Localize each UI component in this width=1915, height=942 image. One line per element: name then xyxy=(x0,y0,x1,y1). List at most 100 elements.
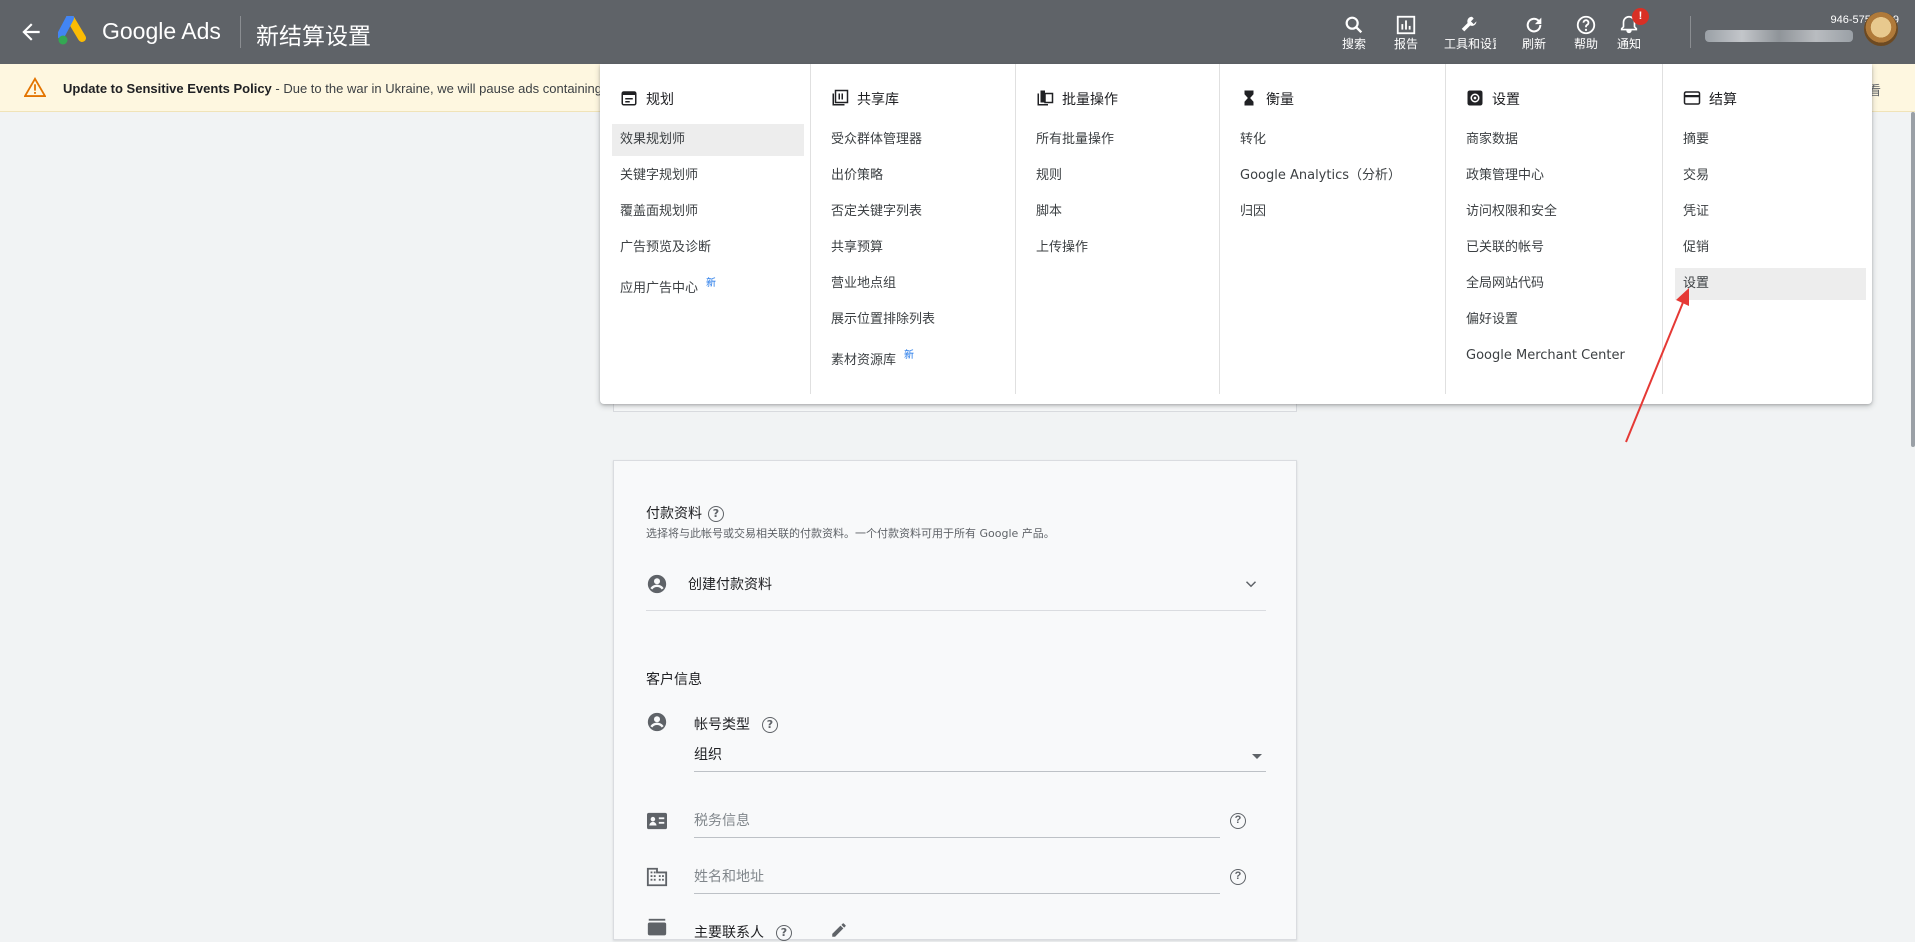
menu-item-label: 交易 xyxy=(1683,168,1710,183)
menu-item-bid-strategies[interactable]: 出价策略 xyxy=(823,160,1009,192)
menu-item-audience-manager[interactable]: 受众群体管理器 xyxy=(823,124,1009,156)
menu-item-label: 广告预览及诊断 xyxy=(620,240,712,255)
menu-heading-setup-text: 设置 xyxy=(1492,92,1520,108)
help-icon[interactable]: ? xyxy=(776,925,792,941)
refresh-button[interactable]: 刷新 xyxy=(1508,12,1560,60)
reports-label: 报告 xyxy=(1393,37,1418,51)
menu-item-scripts[interactable]: 脚本 xyxy=(1028,196,1213,228)
tools-settings-button[interactable]: 工具和设置 xyxy=(1444,12,1496,60)
menu-item-negative-keyword-lists[interactable]: 否定关键字列表 xyxy=(823,196,1009,228)
page-scrollbar[interactable] xyxy=(1911,112,1915,447)
menu-column-measurement: 衡量 转化 Google Analytics（分析） 归因 xyxy=(1219,64,1445,394)
menu-heading-billing-text: 结算 xyxy=(1709,92,1737,108)
menu-column-bulk-actions: 批量操作 所有批量操作 规则 脚本 上传操作 xyxy=(1015,64,1219,394)
help-icon[interactable]: ? xyxy=(1230,813,1246,829)
primary-contact-label-text: 主要联系人 xyxy=(694,925,764,941)
menu-item-label: 出价策略 xyxy=(831,168,884,183)
help-icon[interactable]: ? xyxy=(708,506,724,522)
menu-item-transactions[interactable]: 交易 xyxy=(1675,160,1866,192)
menu-item-reach-planner[interactable]: 覆盖面规划师 xyxy=(612,196,804,228)
reports-button[interactable]: 报告 xyxy=(1380,12,1432,60)
payment-profile-title: 付款资料? xyxy=(646,503,724,523)
billing-setup-card: 付款资料? 选择将与此帐号或交易相关联的付款资料。一个付款资料可用于所有 Goo… xyxy=(613,460,1297,942)
menu-item-label: 摘要 xyxy=(1683,132,1710,147)
menu-heading-measurement: 衡量 xyxy=(1240,89,1294,109)
payment-profile-value: 创建付款资料 xyxy=(688,577,772,593)
menu-item-global-site-tag[interactable]: 全局网站代码 xyxy=(1458,268,1656,300)
menu-item-keyword-planner[interactable]: 关键字规划师 xyxy=(612,160,804,192)
menu-item-uploads[interactable]: 上传操作 xyxy=(1028,232,1213,264)
menu-item-policy-manager[interactable]: 政策管理中心 xyxy=(1458,160,1656,192)
menu-item-label: 脚本 xyxy=(1036,204,1063,219)
menu-item-label: 否定关键字列表 xyxy=(831,204,923,219)
account-type-value: 组织 xyxy=(694,747,722,763)
menu-item-label: 应用广告中心 xyxy=(620,281,699,296)
avatar[interactable] xyxy=(1864,12,1898,46)
menu-item-merchant-center[interactable]: Google Merchant Center xyxy=(1458,340,1656,372)
account-circle-icon xyxy=(647,574,667,594)
tax-info-field[interactable]: 税务信息 xyxy=(694,804,1220,838)
menu-column-shared-library: 共享库 受众群体管理器 出价策略 否定关键字列表 共享预算 营业地点组 展示位置… xyxy=(810,64,1015,394)
calendar-icon xyxy=(621,91,637,106)
tools-settings-menu: 规划 效果规划师 关键字规划师 覆盖面规划师 广告预览及诊断 应用广告中心新 共… xyxy=(600,64,1872,404)
menu-item-label: 展示位置排除列表 xyxy=(831,312,936,327)
menu-item-asset-library[interactable]: 素材资源库新 xyxy=(823,340,1009,372)
reports-icon xyxy=(1396,15,1416,35)
menu-heading-billing: 结算 xyxy=(1683,89,1737,109)
banner-body: - Due to the war in Ukraine, we will pau… xyxy=(271,81,620,96)
menu-item-attribution[interactable]: 归因 xyxy=(1232,196,1439,228)
help-icon[interactable]: ? xyxy=(1230,869,1246,885)
account-type-label-text: 帐号类型 xyxy=(694,717,750,733)
dropdown-arrow-icon xyxy=(1252,754,1262,759)
google-ads-logo-icon xyxy=(58,16,86,45)
menu-item-preferences[interactable]: 偏好设置 xyxy=(1458,304,1656,336)
page-title: 新结算设置 xyxy=(256,24,371,50)
tax-info-placeholder: 税务信息 xyxy=(694,813,750,829)
menu-item-label: 全局网站代码 xyxy=(1466,276,1545,291)
name-address-placeholder: 姓名和地址 xyxy=(694,869,764,885)
menu-item-rules[interactable]: 规则 xyxy=(1028,160,1213,192)
menu-item-business-data[interactable]: 商家数据 xyxy=(1458,124,1656,156)
settings-icon xyxy=(1467,90,1483,106)
chevron-down-icon xyxy=(1245,581,1257,588)
notification-badge: ! xyxy=(1632,8,1649,25)
menu-item-label: 政策管理中心 xyxy=(1466,168,1545,183)
menu-item-conversions[interactable]: 转化 xyxy=(1232,124,1439,156)
primary-contact-label: 主要联系人? xyxy=(694,922,792,942)
refresh-icon xyxy=(1526,17,1542,33)
refresh-label: 刷新 xyxy=(1521,37,1546,51)
menu-item-label: 上传操作 xyxy=(1036,240,1089,255)
account-type-dropdown[interactable]: 组织 xyxy=(694,738,1266,772)
menu-item-ad-preview[interactable]: 广告预览及诊断 xyxy=(612,232,804,264)
payment-profile-title-text: 付款资料 xyxy=(646,506,702,522)
menu-item-documents[interactable]: 凭证 xyxy=(1675,196,1866,228)
menu-item-label: 商家数据 xyxy=(1466,132,1519,147)
menu-item-location-groups[interactable]: 营业地点组 xyxy=(823,268,1009,300)
edit-pencil-icon[interactable] xyxy=(830,921,848,939)
menu-column-planning: 规划 效果规划师 关键字规划师 覆盖面规划师 广告预览及诊断 应用广告中心新 xyxy=(600,64,810,394)
help-icon[interactable]: ? xyxy=(762,717,778,733)
menu-item-all-bulk-actions[interactable]: 所有批量操作 xyxy=(1028,124,1213,156)
menu-heading-planning: 规划 xyxy=(620,89,674,109)
notifications-button[interactable]: ! 通知 xyxy=(1603,8,1655,60)
menu-heading-bulk-actions: 批量操作 xyxy=(1036,89,1118,109)
menu-item-access-security[interactable]: 访问权限和安全 xyxy=(1458,196,1656,228)
notifications-label: 通知 xyxy=(1616,37,1641,51)
menu-item-billing-settings[interactable]: 设置 xyxy=(1675,268,1866,300)
search-button[interactable]: 搜索 xyxy=(1328,12,1380,60)
customer-info-title: 客户信息 xyxy=(646,672,702,688)
menu-item-summary[interactable]: 摘要 xyxy=(1675,124,1866,156)
menu-item-shared-budgets[interactable]: 共享预算 xyxy=(823,232,1009,264)
menu-item-promotions[interactable]: 促销 xyxy=(1675,232,1866,264)
menu-item-google-analytics[interactable]: Google Analytics（分析） xyxy=(1232,160,1439,192)
menu-item-app-ads-hub[interactable]: 应用广告中心新 xyxy=(612,268,804,300)
menu-item-linked-accounts[interactable]: 已关联的帐号 xyxy=(1458,232,1656,264)
name-address-field[interactable]: 姓名和地址 xyxy=(694,860,1220,894)
menu-item-performance-planner[interactable]: 效果规划师 xyxy=(612,124,804,156)
back-arrow-icon[interactable] xyxy=(18,19,44,45)
new-badge: 新 xyxy=(904,350,915,361)
payment-profile-select[interactable]: 创建付款资料 xyxy=(646,569,1266,611)
menu-column-billing: 结算 摘要 交易 凭证 促销 设置 xyxy=(1662,64,1872,394)
credit-card-icon xyxy=(1683,91,1701,105)
menu-item-placement-exclusions[interactable]: 展示位置排除列表 xyxy=(823,304,1009,336)
